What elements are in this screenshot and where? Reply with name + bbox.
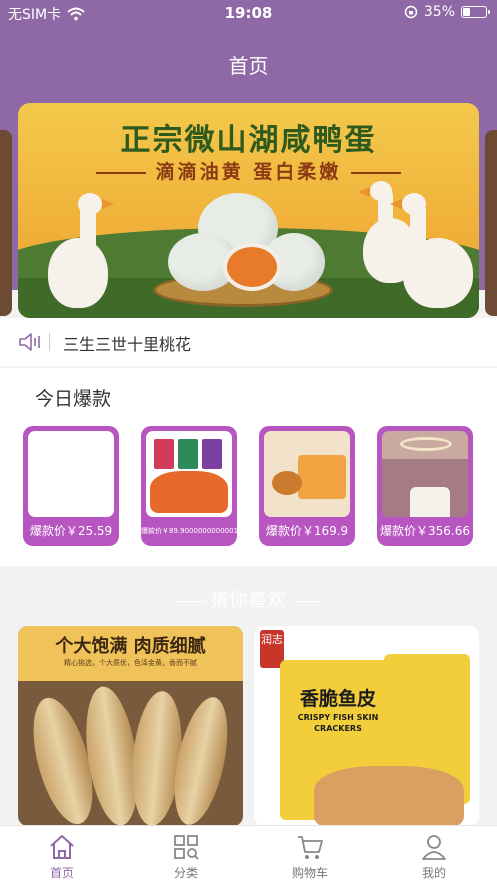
notice-bar[interactable]: 三生三世十里桃花 [0,318,497,366]
goose-head [78,193,102,215]
speaker-icon [19,333,40,351]
profile-icon [422,835,446,860]
recommend-heading-text: 猜你喜欢 [210,590,287,611]
status-bar: 无SIM卡 19:08 35% [0,0,497,26]
hot-item-price: 爆款价￥25.59 [29,524,113,538]
battery-icon [461,6,490,18]
hot-item-image [28,431,114,517]
page-title: 首页 [228,54,269,78]
hot-item-image [382,431,468,517]
snack-pile [150,471,228,513]
egg-yolk [223,243,281,291]
hot-item-price: 爆款价￥89.9000000000001 [141,527,237,535]
goose-beak [390,199,402,209]
product-title: 香脆鱼皮 [299,688,376,710]
hot-item-card[interactable]: 爆款价￥89.9000000000001 [141,426,237,546]
heading-line-left [174,600,205,602]
tab-cart[interactable]: 购物车 [270,832,350,881]
banner-subtitle: 滴滴油黄 蛋白柔嫩 [18,157,479,184]
orientation-lock-icon [404,5,418,19]
goose-head [370,181,392,201]
goose-beak [358,187,370,197]
hot-deals-section: 今日爆款 爆款价￥25.59 爆款价￥89.9000000000001 爆款价￥… [0,368,497,566]
home-icon [50,835,74,859]
cart-icon [298,836,323,859]
hot-item-card[interactable]: 爆款价￥169.9 [259,426,355,546]
notice-divider [49,333,50,351]
category-icon [174,835,199,860]
product-description: 精心挑选，个大质优，色泽金黄，香而不腻 [64,659,197,667]
tab-home[interactable]: 首页 [22,832,102,881]
hot-item-card[interactable]: 爆款价￥356.66 [377,426,473,546]
snack-bag [202,439,222,469]
product-english-name: CRISPY FISH SKIN CRACKERS [297,713,379,733]
heading-line-right [292,600,323,602]
product-title: 个大饱满 肉质细腻 [55,636,206,657]
battery-fill [463,8,470,16]
tab-category[interactable]: 分类 [146,832,226,881]
hot-item-price: 爆款价￥356.66 [380,524,470,538]
hot-item-card[interactable]: 爆款价￥25.59 [23,426,119,546]
banner-title: 正宗微山湖咸鸭蛋 [120,123,377,158]
tab-home-label: 首页 [49,866,74,880]
fish-skin-image [314,766,464,826]
tab-profile[interactable]: 我的 [394,832,474,881]
product-card[interactable]: 个大饱满 肉质细腻 精心挑选，个大质优，色泽金黄，香而不腻 [18,626,243,826]
banner-next-peek[interactable] [485,130,497,316]
status-right: 35% [404,4,490,20]
hot-item-image [146,431,232,517]
battery-percent: 35% [423,4,455,20]
goose-head [402,193,426,215]
mooncake [272,471,302,495]
hot-item-price: 爆款价￥169.9 [265,524,349,538]
tab-category-label: 分类 [173,866,198,880]
product-card[interactable]: 润志 香脆鱼皮 CRISPY FISH SKIN CRACKERS [254,626,479,826]
ceiling-lamp [400,437,452,451]
tab-cart-label: 购物车 [291,866,328,880]
banner-prev-peek[interactable] [0,130,12,316]
goose-beak [102,199,114,209]
tab-bar: 首页 分类 购物车 我的 [0,825,497,883]
recommend-heading: 猜你喜欢 [0,586,497,612]
notice-text: 三生三世十里桃花 [63,335,192,354]
bed [410,487,450,517]
goose-illustration [48,238,108,308]
promo-banner[interactable]: 正宗微山湖咸鸭蛋 滴滴油黄 蛋白柔嫩 [18,103,479,318]
brand-label: 润志 [261,633,283,646]
snack-bag [178,439,198,469]
snack-bag [154,439,174,469]
tab-profile-label: 我的 [421,866,446,880]
hot-deals-heading: 今日爆款 [35,388,112,410]
hot-item-image [264,431,350,517]
gift-box [298,455,346,499]
